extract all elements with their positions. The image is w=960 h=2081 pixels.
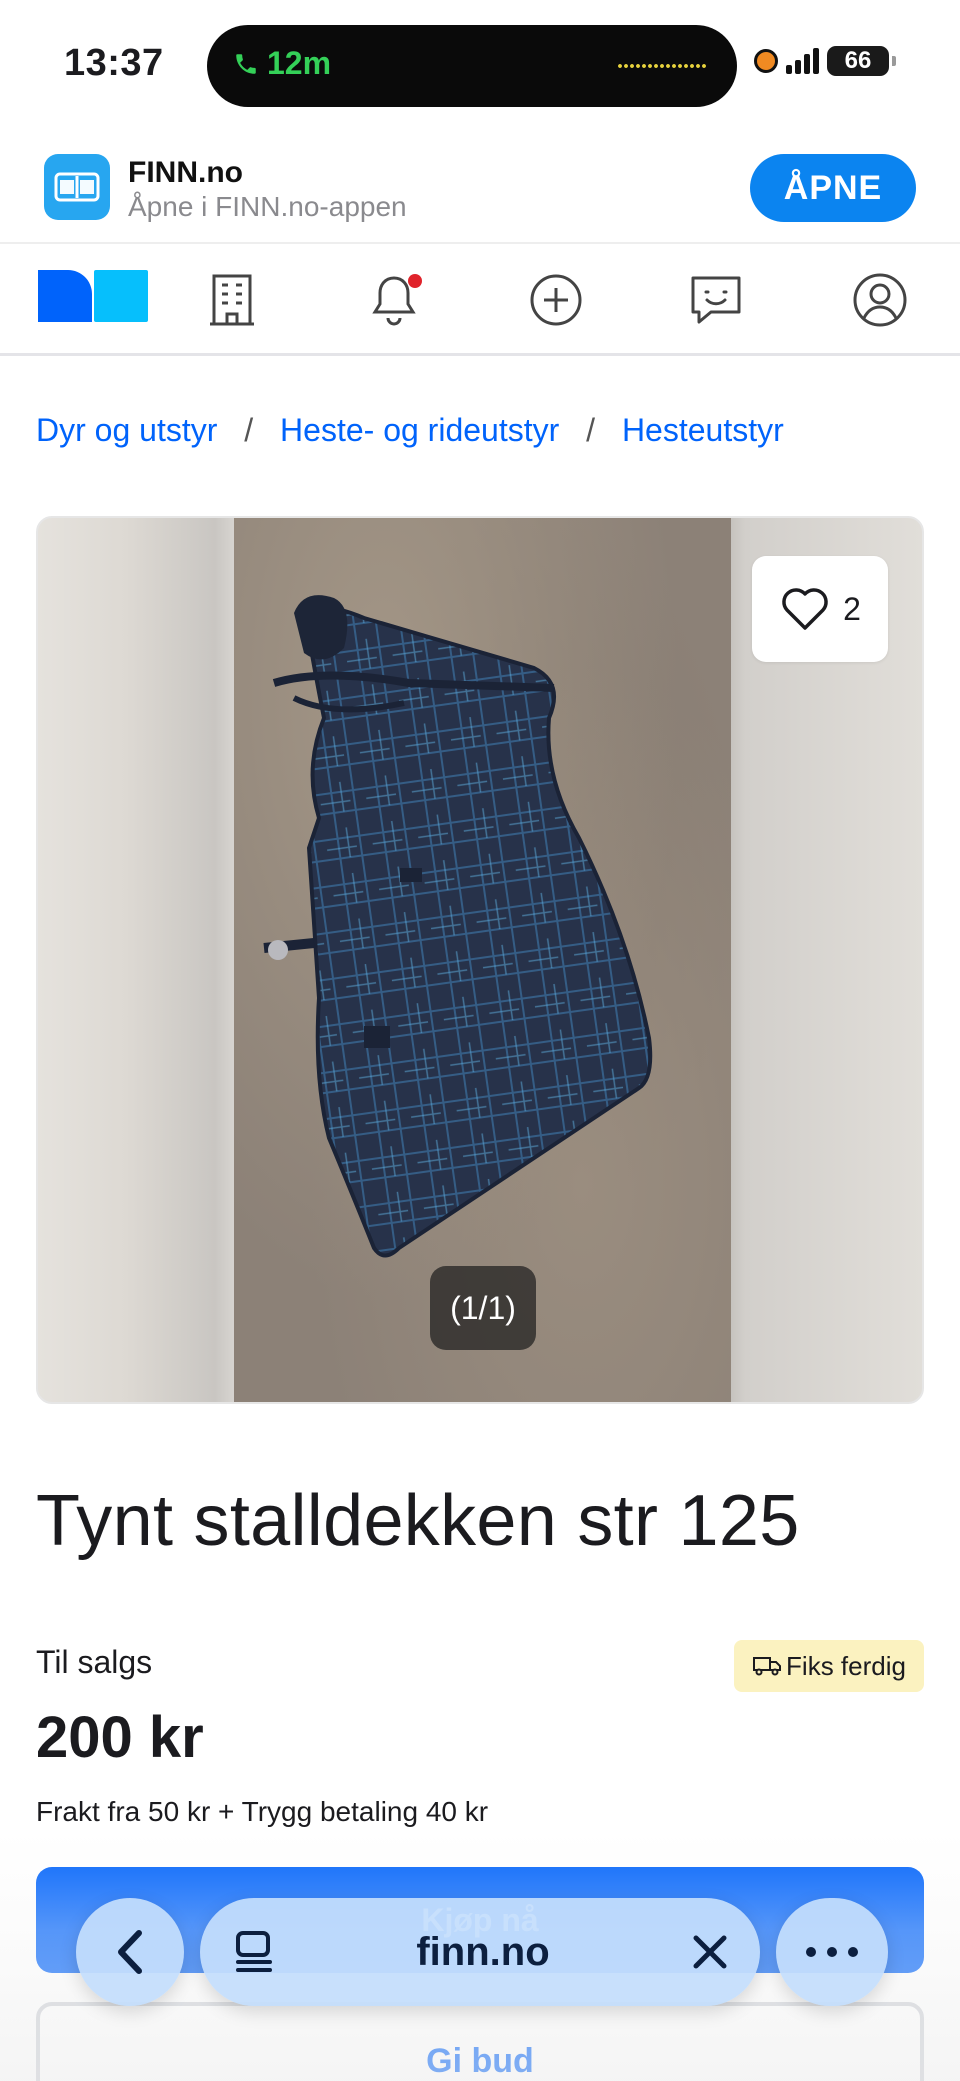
breadcrumb-separator: / <box>244 412 254 448</box>
breadcrumb: Dyr og utstyr / Heste- og rideutstyr / H… <box>36 412 784 449</box>
bell-icon[interactable] <box>364 270 424 330</box>
top-navbar <box>0 246 960 356</box>
badge-label: Fiks ferdig <box>786 1650 906 1681</box>
call-indicator: 12m <box>233 45 331 82</box>
recording-dot-icon <box>754 49 778 73</box>
audio-waveform-icon <box>617 63 707 69</box>
app-subtitle: Åpne i FINN.no-appen <box>128 191 407 222</box>
phone-icon <box>236 53 256 74</box>
plus-circle-icon[interactable] <box>526 270 586 330</box>
delivery-truck-icon <box>753 1657 782 1676</box>
battery-icon: 66 <box>827 46 896 76</box>
shipping-info: Frakt fra 50 kr + Trygg betaling 40 kr <box>36 1796 489 1827</box>
heart-icon <box>782 588 828 630</box>
more-dots-icon <box>806 1947 858 1957</box>
breadcrumb-item-dyr-og-utstyr[interactable]: Dyr og utstyr <box>36 412 217 448</box>
breadcrumb-separator: / <box>586 412 596 448</box>
status-indicators: 66 <box>754 46 896 76</box>
url-text: finn.no <box>416 1929 550 1974</box>
call-duration: 12m <box>267 45 332 81</box>
favorite-button[interactable]: 2 <box>752 556 888 662</box>
breadcrumb-item-hesteutstyr[interactable]: Hesteutstyr <box>622 412 784 448</box>
finn-app-icon <box>44 154 110 220</box>
listing-title: Tynt stalldekken str 125 <box>36 1481 800 1561</box>
status-time: 13:37 <box>64 42 164 84</box>
browser-more-button[interactable] <box>776 1898 888 2006</box>
close-icon[interactable] <box>692 1934 728 1970</box>
notification-dot <box>408 274 422 288</box>
fiks-ferdig-badge: Fiks ferdig <box>734 1640 924 1692</box>
finn-logo[interactable] <box>38 270 148 322</box>
image-counter: (1/1) <box>430 1266 536 1350</box>
sale-type-label: Til salgs <box>36 1644 153 1680</box>
favorite-count: 2 <box>843 590 861 627</box>
breadcrumb-item-heste-og-rideutstyr[interactable]: Heste- og rideutstyr <box>280 412 559 448</box>
price: 200 kr <box>36 1705 204 1770</box>
chat-icon[interactable] <box>686 270 746 330</box>
dynamic-island[interactable]: 12m <box>207 25 737 107</box>
browser-address-bar[interactable]: finn.no <box>200 1898 760 2006</box>
chevron-left-icon <box>118 1930 142 1974</box>
reader-mode-icon[interactable] <box>234 1930 274 1974</box>
image-gallery[interactable]: 2 (1/1) <box>36 516 924 1404</box>
browser-back-button[interactable] <box>76 1898 184 2006</box>
profile-icon[interactable] <box>850 270 910 330</box>
open-app-button[interactable]: ÅPNE <box>750 154 916 222</box>
app-banner: FINN.no Åpne i FINN.no-appen ÅPNE <box>0 138 960 244</box>
signal-icon <box>786 48 819 74</box>
app-name: FINN.no <box>128 156 243 189</box>
status-bar: 13:37 12m 66 <box>0 0 960 130</box>
place-bid-button[interactable]: Gi bud <box>36 2002 924 2081</box>
building-icon[interactable] <box>202 270 262 330</box>
